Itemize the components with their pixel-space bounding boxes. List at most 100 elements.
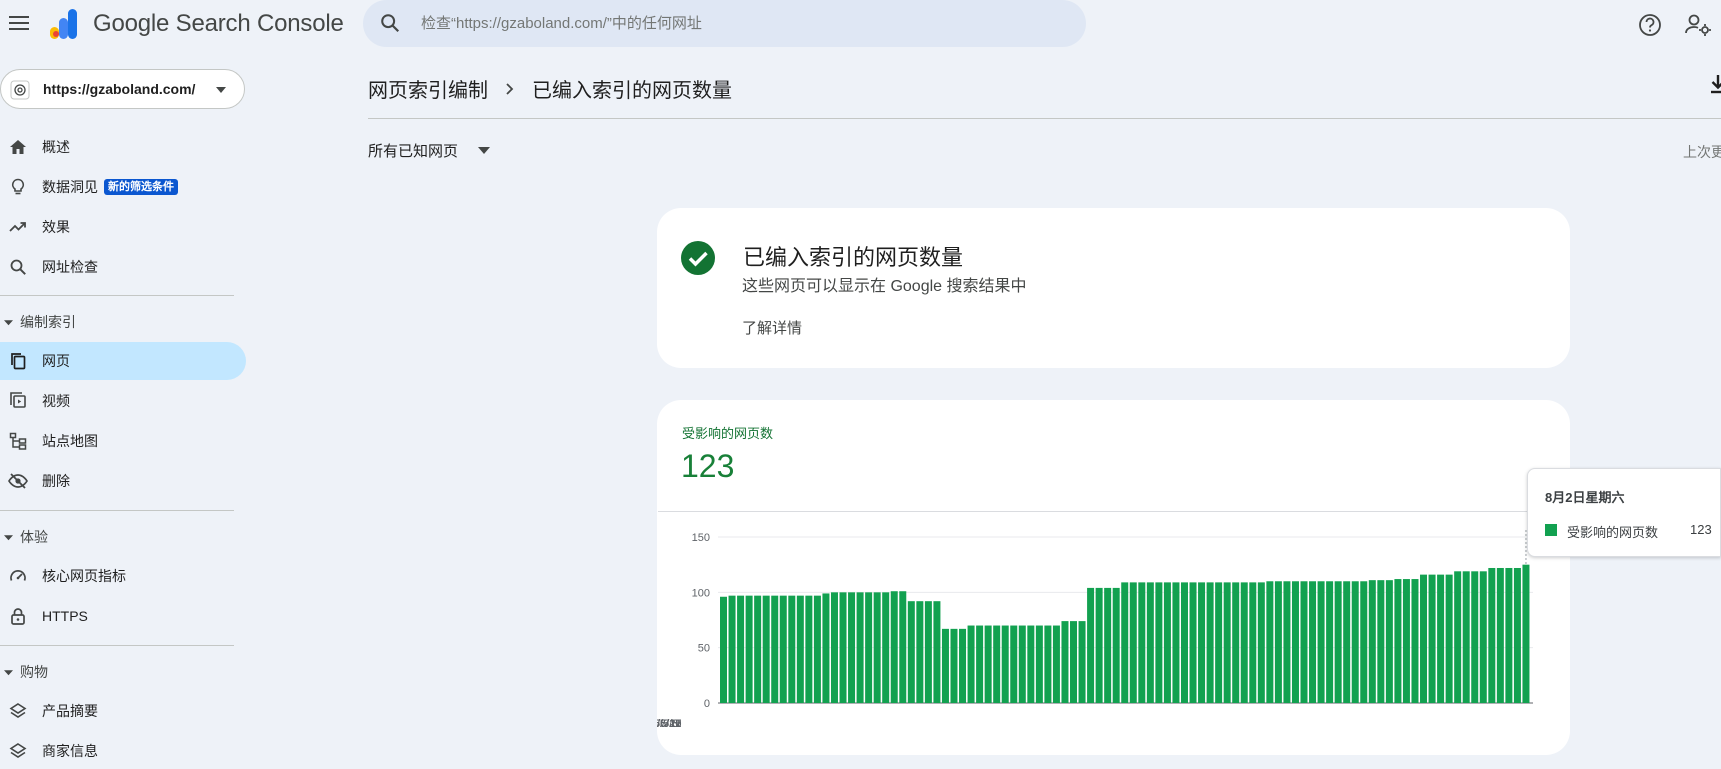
metric-label: 受影响的网页数: [682, 426, 774, 441]
sidebar-item-label: 数据洞见: [42, 179, 98, 195]
chart-bar: [1326, 581, 1334, 703]
sidebar-item-core-web-vitals[interactable]: 核心网页指标: [0, 557, 246, 595]
search-console-logo: [48, 6, 78, 42]
sidebar-item-sitemaps[interactable]: 站点地图: [0, 422, 246, 460]
chart-bar: [1445, 574, 1453, 703]
status-card-title: 已编入索引的网页数量: [743, 245, 964, 270]
chart-bar: [976, 625, 984, 703]
sidebar-item-pages[interactable]: 网页: [0, 342, 246, 380]
sidebar-section-experience[interactable]: 体验: [0, 522, 48, 552]
chart-bar: [1095, 587, 1103, 703]
chart-bar: [993, 625, 1001, 703]
chart-bar: [830, 592, 838, 703]
sidebar-section-shopping[interactable]: 购物: [0, 657, 48, 687]
trending-up-icon: [9, 222, 26, 232]
chart-bar: [745, 595, 753, 703]
chart-bar: [805, 595, 813, 703]
chart-bar: [1377, 580, 1385, 703]
collapse-arrow-icon: [4, 534, 13, 540]
chevron-down-icon: [478, 147, 491, 154]
learn-more-link[interactable]: 了解详情: [742, 317, 802, 338]
new-filter-badge: 新的筛选条件: [104, 179, 178, 195]
chart-bar: [1437, 574, 1445, 703]
sidebar-section-title: 购物: [20, 664, 48, 680]
lock-icon: [11, 608, 25, 625]
chart-bar: [1070, 621, 1078, 703]
search-icon: [381, 14, 400, 33]
chart-bar: [1180, 582, 1188, 703]
search-input[interactable]: [421, 8, 1061, 38]
chart-bar: [1462, 571, 1470, 703]
pages-icon: [11, 353, 26, 370]
filter-selected-value: 所有已知网页: [368, 143, 459, 160]
sidebar-section-title: 编制索引: [20, 314, 76, 330]
sidebar-item-https[interactable]: HTTPS: [0, 597, 246, 635]
chart-bar: [1266, 581, 1274, 703]
sitemap-icon: [9, 432, 27, 450]
chart-bar: [737, 595, 745, 703]
chart-bar: [1402, 579, 1410, 703]
collapse-arrow-icon: [4, 669, 13, 675]
chart-bar: [1420, 574, 1428, 703]
sidebar-item-removals[interactable]: 删除: [0, 462, 246, 500]
help-button[interactable]: [1636, 11, 1664, 39]
sidebar-item-merchant-listings[interactable]: 商家信息: [0, 732, 246, 769]
property-selector[interactable]: https://gzaboland.com/: [0, 69, 245, 109]
chart-bar: [1309, 581, 1317, 703]
chart-bar: [1035, 625, 1043, 703]
chart-tooltip: 8月2日星期六 受影响的网页数 123: [1527, 468, 1721, 557]
sidebar-item-insights[interactable]: 数据洞见 新的筛选条件: [0, 168, 246, 206]
tooltip-series-swatch: [1545, 524, 1557, 536]
chart-bar: [1360, 581, 1368, 703]
sidebar-item-url-inspection[interactable]: 网址检查: [0, 248, 246, 286]
main-menu-button[interactable]: [6, 10, 32, 36]
chart-bar: [916, 601, 924, 703]
chart-bar: [1001, 625, 1009, 703]
sidebar-item-overview[interactable]: 概述: [0, 128, 246, 166]
chart-bar: [1249, 582, 1257, 703]
chart-bar: [1172, 582, 1180, 703]
breadcrumb-parent-link[interactable]: 网页索引编制: [368, 74, 488, 103]
chart-bar: [1496, 567, 1504, 703]
chart-bar: [1078, 621, 1086, 703]
sidebar-item-label: 站点地图: [42, 433, 98, 449]
card-divider: [658, 511, 1569, 512]
page-filter-dropdown[interactable]: 所有已知网页: [368, 140, 491, 161]
help-icon: [1639, 14, 1661, 36]
indexed-pages-bar-chart[interactable]: 0501001502025/5/62025/5/172025/5/292025/…: [657, 520, 1570, 740]
chart-bar: [924, 601, 932, 703]
sidebar-item-product-snippets[interactable]: 产品摘要: [0, 692, 246, 730]
chart-bar: [865, 592, 873, 703]
chart-bar: [1385, 580, 1393, 703]
sidebar-divider: [0, 510, 234, 511]
export-button[interactable]: [1708, 72, 1721, 96]
chart-bar: [1411, 579, 1419, 703]
chart-bar: [1471, 571, 1479, 703]
chart-bar: [967, 625, 975, 703]
url-inspection-search[interactable]: [363, 0, 1086, 47]
chart-bar: [1121, 582, 1129, 703]
chart-bar: [1206, 582, 1214, 703]
chart-bar: [822, 593, 830, 703]
account-settings-button[interactable]: [1683, 11, 1713, 39]
search-console-logo-icon: [50, 9, 77, 39]
tooltip-series-name: 受影响的网页数: [1567, 525, 1659, 540]
chart-bar: [1223, 582, 1231, 703]
manage-account-icon: [1685, 14, 1711, 36]
y-tick-label: 0: [704, 698, 710, 710]
sidebar-item-label: 商家信息: [42, 743, 98, 759]
sidebar-item-videos[interactable]: 视频: [0, 382, 246, 420]
chart-bar: [882, 592, 890, 703]
sidebar-item-label: 概述: [42, 139, 70, 155]
chart-bar: [1334, 581, 1342, 703]
home-icon: [10, 140, 26, 154]
chart-bar: [839, 592, 847, 703]
metric-value: 123: [681, 448, 735, 484]
sidebar-item-performance[interactable]: 效果: [0, 208, 246, 246]
sidebar-item-label: 核心网页指标: [42, 568, 126, 584]
chart-bar: [1198, 582, 1206, 703]
y-tick-label: 150: [692, 532, 710, 544]
chart-bar: [950, 628, 958, 703]
sidebar-section-indexing[interactable]: 编制索引: [0, 307, 76, 337]
chart-bar: [1018, 625, 1026, 703]
